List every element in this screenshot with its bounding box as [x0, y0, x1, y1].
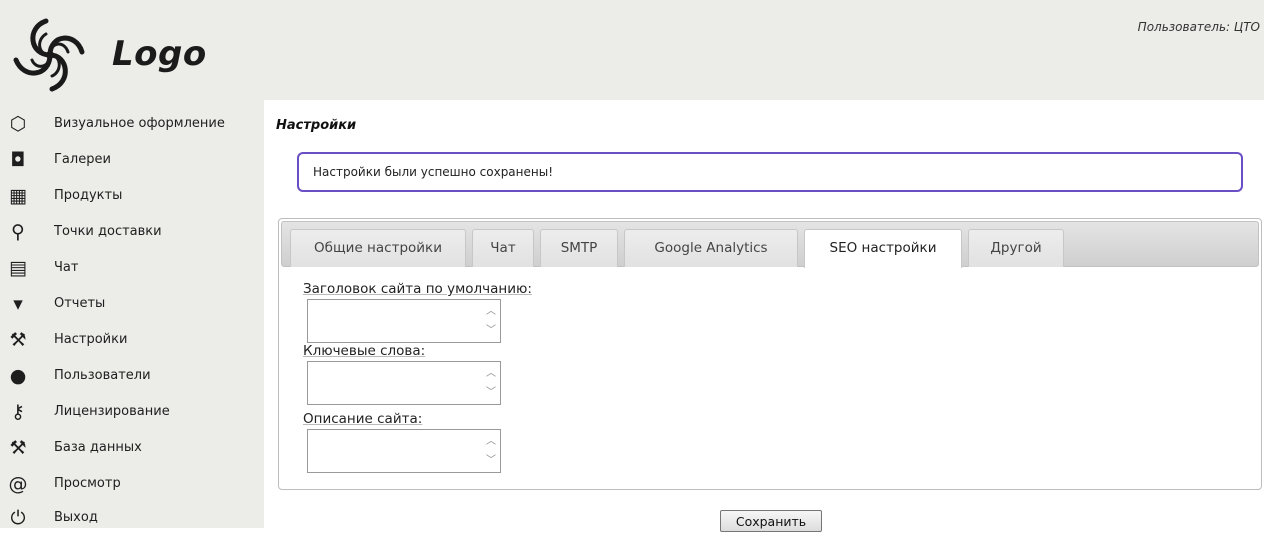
- logo-text: Logo: [112, 34, 207, 74]
- report-bubble-icon: ▾: [13, 293, 23, 315]
- tab-google-analytics[interactable]: Google Analytics: [624, 229, 798, 267]
- chevron-up-icon: ︿: [486, 368, 496, 379]
- site-description-label: Описание сайта:: [303, 411, 423, 427]
- tab-bar: Общие настройки Чат SMTP Google Analytic…: [281, 221, 1259, 268]
- sidebar-item-label: Отчеты: [54, 296, 106, 311]
- page-title: Настройки: [276, 118, 357, 133]
- settings-tabs-panel: Общие настройки Чат SMTP Google Analytic…: [278, 218, 1262, 490]
- power-icon: ⏻: [10, 507, 26, 529]
- tab-chat[interactable]: Чат: [472, 229, 534, 267]
- paint-bucket-icon: ⬡: [9, 113, 27, 135]
- sidebar-item-label: База данных: [54, 440, 142, 455]
- sidebar-item-delivery-points[interactable]: ⚲ Точки доставки: [0, 214, 264, 250]
- sidebar-item-label: Продукты: [54, 188, 123, 203]
- key-icon: ⚷: [11, 401, 25, 423]
- sidebar-item-settings[interactable]: ⚒ Настройки: [0, 322, 264, 358]
- user-icon: ●: [9, 365, 27, 387]
- sidebar-item-chat[interactable]: ▤ Чат: [0, 250, 264, 286]
- chevron-down-icon: ﹀: [486, 455, 496, 466]
- camera-icon: ◘: [10, 149, 26, 171]
- current-user-label: Пользователь: ЦТО: [1137, 20, 1260, 34]
- wrench-icon: ⚒: [9, 329, 27, 351]
- sidebar-item-users[interactable]: ● Пользователи: [0, 358, 264, 394]
- delivery-points-icon: ⚲: [11, 221, 25, 243]
- alert-message: Настройки были успешно сохранены!: [313, 165, 554, 179]
- textarea-scrollbar[interactable]: ︿ ﹀: [484, 432, 498, 470]
- at-icon: @: [8, 473, 28, 495]
- logo-swirl-icon: [13, 18, 85, 92]
- save-button[interactable]: Сохранить: [720, 510, 822, 532]
- sidebar-item-label: Просмотр: [54, 476, 121, 491]
- sidebar-item-preview[interactable]: @ Просмотр: [0, 466, 264, 502]
- main-content: Настройки Настройки были успешно сохране…: [264, 100, 1264, 532]
- sidebar-item-visual-design[interactable]: ⬡ Визуальное оформление: [0, 106, 264, 142]
- wrench-icon: ⚒: [9, 437, 27, 459]
- tab-general-settings[interactable]: Общие настройки: [290, 229, 466, 267]
- chevron-down-icon: ﹀: [486, 387, 496, 398]
- sidebar-item-label: Выход: [54, 510, 98, 525]
- chevron-up-icon: ︿: [486, 306, 496, 317]
- chevron-up-icon: ︿: [486, 436, 496, 447]
- sidebar-item-label: Точки доставки: [54, 224, 162, 239]
- keywords-textarea[interactable]: ︿ ﹀: [307, 361, 501, 405]
- sidebar-item-label: Пользователи: [54, 368, 151, 383]
- sidebar-item-reports[interactable]: ▾ Отчеты: [0, 286, 264, 322]
- sidebar-item-label: Лицензирование: [54, 404, 170, 419]
- sidebar: ⬡ Визуальное оформление ◘ Галереи ▦ Прод…: [0, 100, 264, 529]
- chat-icon: ▤: [9, 257, 27, 279]
- sidebar-item-logout[interactable]: ⏻ Выход: [0, 500, 264, 536]
- default-title-label: Заголовок сайта по умолчанию:: [303, 281, 532, 297]
- tab-other[interactable]: Другой: [968, 229, 1064, 267]
- textarea-scrollbar[interactable]: ︿ ﹀: [484, 364, 498, 402]
- sidebar-item-products[interactable]: ▦ Продукты: [0, 178, 264, 214]
- tab-smtp[interactable]: SMTP: [540, 229, 618, 267]
- sidebar-item-licensing[interactable]: ⚷ Лицензирование: [0, 394, 264, 430]
- sidebar-item-database[interactable]: ⚒ База данных: [0, 430, 264, 466]
- gift-icon: ▦: [9, 185, 27, 207]
- header: Logo Пользователь: ЦТО: [0, 0, 1264, 100]
- keywords-label: Ключевые слова:: [303, 343, 426, 359]
- sidebar-item-label: Визуальное оформление: [54, 116, 225, 131]
- chevron-down-icon: ﹀: [486, 325, 496, 336]
- default-title-textarea[interactable]: ︿ ﹀: [307, 299, 501, 343]
- textarea-scrollbar[interactable]: ︿ ﹀: [484, 302, 498, 340]
- tab-seo-settings[interactable]: SEO настройки: [804, 229, 962, 268]
- sidebar-item-label: Настройки: [54, 332, 128, 347]
- success-alert: Настройки были успешно сохранены!: [297, 152, 1243, 192]
- site-description-textarea[interactable]: ︿ ﹀: [307, 429, 501, 473]
- sidebar-item-galleries[interactable]: ◘ Галереи: [0, 142, 264, 178]
- sidebar-item-label: Галереи: [54, 152, 111, 167]
- sidebar-item-label: Чат: [54, 260, 79, 275]
